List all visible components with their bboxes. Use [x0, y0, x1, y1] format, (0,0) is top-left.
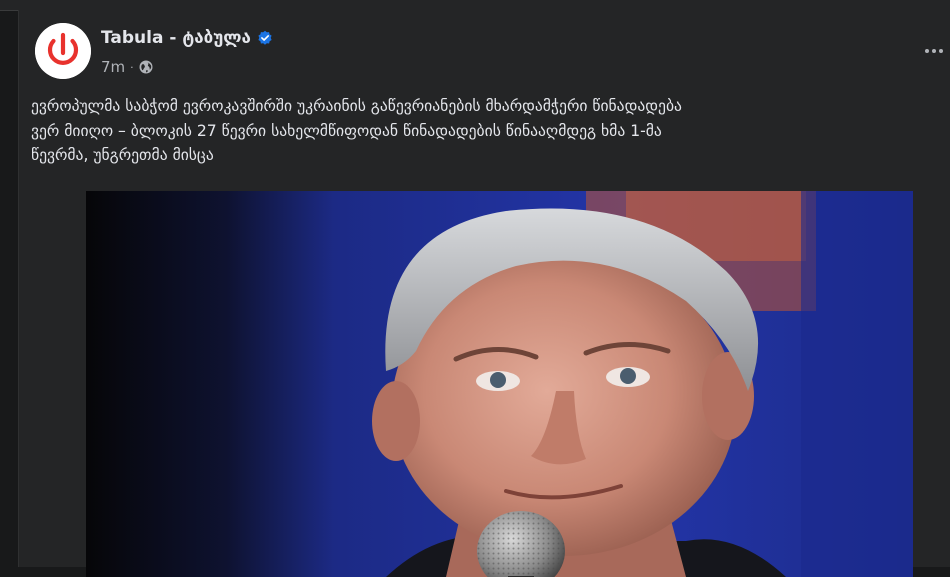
more-dot — [939, 49, 943, 53]
page-name-row: Tabula - ტაბულა — [101, 28, 273, 48]
tabula-logo-icon — [35, 23, 91, 79]
post-text-line: ვერ მიიღო – ბლოკის 27 წევრი სახელმწიფოდა… — [31, 121, 662, 140]
speaker-portrait-image — [86, 191, 913, 577]
page-avatar[interactable] — [35, 23, 91, 79]
facebook-post-card: Tabula - ტაბულა 7m · ევროპულმა საბჭომ ევ… — [18, 10, 950, 577]
more-dot — [932, 49, 936, 53]
more-options-button[interactable] — [919, 36, 949, 66]
post-text-line: წევრმა, უნგრეთმა მისცა — [31, 146, 214, 164]
page-name-link[interactable]: Tabula - ტაბულა — [101, 28, 251, 48]
verified-badge-icon — [257, 30, 273, 46]
globe-icon[interactable] — [139, 60, 153, 74]
post-meta: 7m · — [101, 58, 153, 76]
meta-separator: · — [130, 60, 134, 74]
post-text-line: ევროპულმა საბჭომ ევროკავშირში უკრაინის გ… — [31, 97, 682, 115]
more-dot — [925, 49, 929, 53]
post-timestamp[interactable]: 7m — [101, 58, 125, 76]
post-photo[interactable] — [86, 191, 913, 577]
post-body-text: ევროპულმა საბჭომ ევროკავშირში უკრაინის გ… — [31, 94, 947, 168]
